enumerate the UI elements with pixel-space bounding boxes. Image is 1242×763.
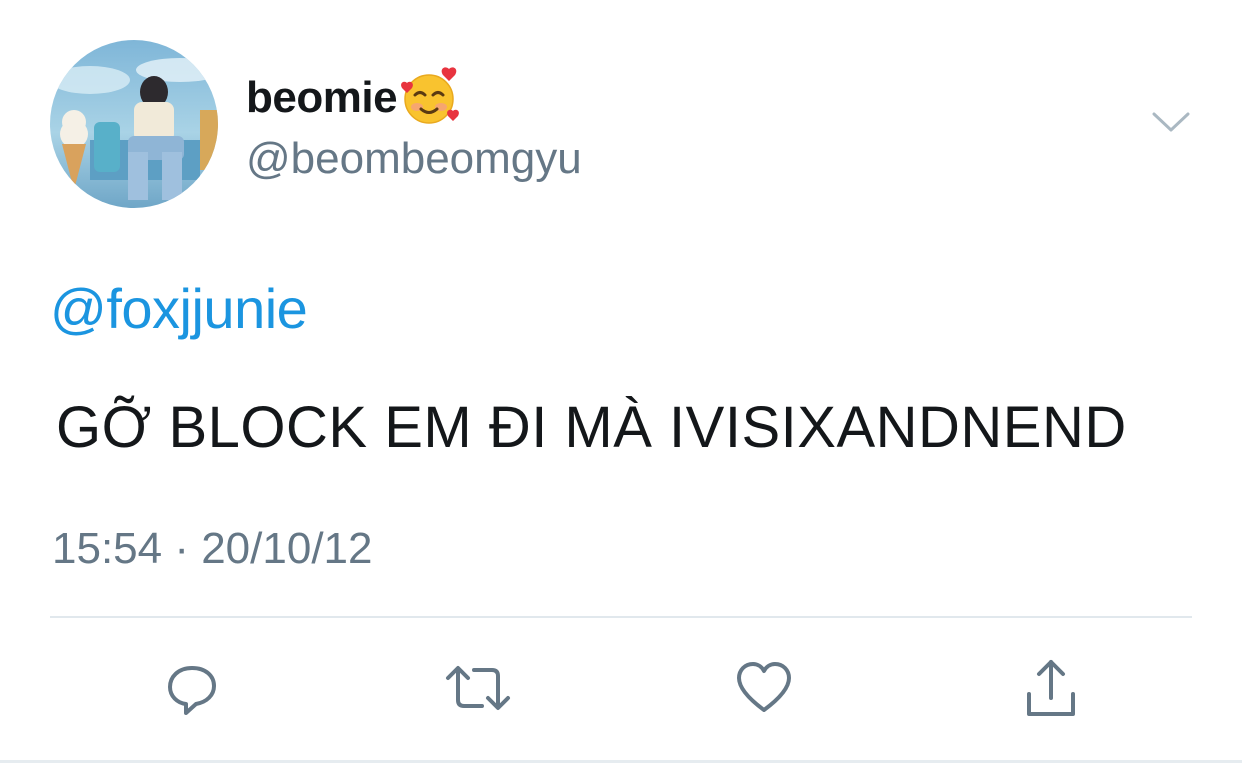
reply-icon xyxy=(168,666,216,715)
tweet-text: GỠ BLOCK EM ĐI MÀ IVISIXANDNEND xyxy=(56,395,1127,460)
avatar-image xyxy=(50,40,218,208)
retweet-button[interactable] xyxy=(442,652,514,724)
display-name[interactable]: beomie xyxy=(246,73,398,123)
share-button[interactable] xyxy=(1015,652,1087,724)
timestamp[interactable]: 15:54 · 20/10/12 xyxy=(52,524,372,574)
smiling-face-with-hearts-icon xyxy=(401,67,459,124)
tweet-card: beomie @beombeomgyu @foxjjunie GỠ BLOCK … xyxy=(0,0,1242,763)
like-button[interactable] xyxy=(728,652,800,724)
heart-icon xyxy=(737,662,791,712)
retweet-icon xyxy=(446,666,510,710)
display-name-row[interactable]: beomie xyxy=(246,66,463,130)
reply-button[interactable] xyxy=(156,652,228,724)
divider xyxy=(50,616,1192,618)
handle[interactable]: @beombeomgyu xyxy=(246,134,582,184)
chevron-down-icon[interactable] xyxy=(1148,104,1194,140)
avatar[interactable] xyxy=(50,40,218,208)
mention-link[interactable]: @foxjjunie xyxy=(50,276,308,341)
share-icon xyxy=(1027,660,1075,716)
